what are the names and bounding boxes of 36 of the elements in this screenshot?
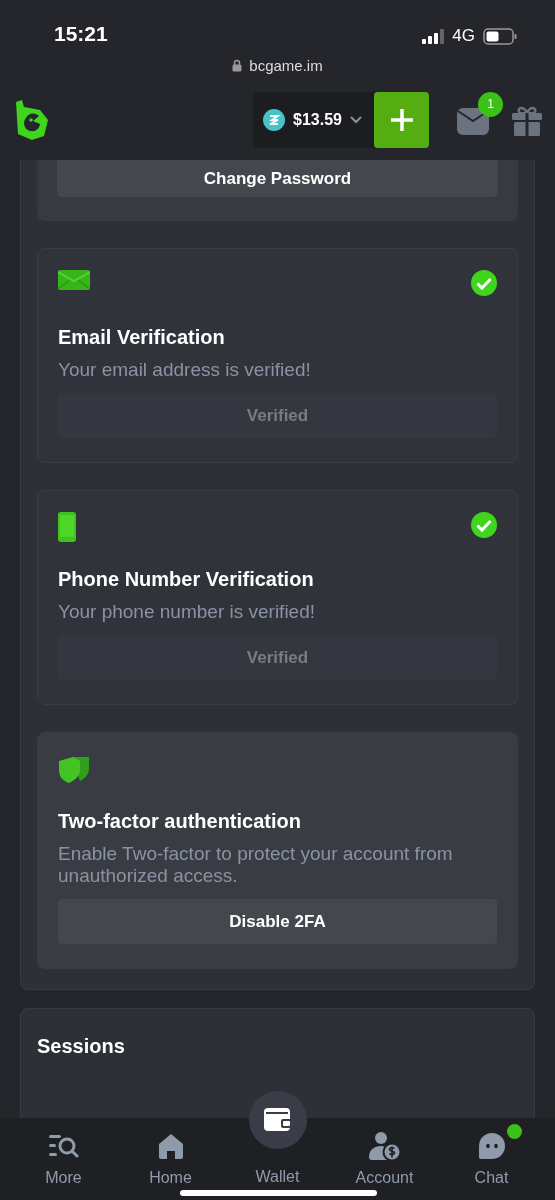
caret-icon [350, 116, 362, 124]
plus-icon [389, 108, 414, 132]
nav-tab[interactable]: Account [331, 1122, 438, 1187]
section-title: Sessions [37, 1035, 126, 1058]
nav-tab[interactable]: Wallet [224, 1090, 331, 1186]
coin-icon [263, 109, 286, 131]
battery-icon [483, 27, 517, 45]
chat-icon [477, 1132, 506, 1160]
action-button[interactable]: Disable 2FA [58, 899, 497, 944]
envelope-icon [58, 270, 90, 290]
deposit-button[interactable] [374, 92, 429, 148]
nav-tab[interactable]: More [10, 1122, 117, 1187]
nav-tab[interactable]: Chat [438, 1122, 545, 1187]
card-description: Your email address is verified! [58, 359, 312, 381]
change-password-button[interactable]: Change Password [57, 160, 498, 197]
shield-icon [58, 754, 90, 784]
card-title: Email Verification [58, 326, 226, 349]
account-money-icon [368, 1131, 401, 1161]
mail-icon[interactable] [457, 107, 489, 135]
logo-icon[interactable] [14, 98, 50, 142]
signal-icon [422, 28, 447, 44]
url-text[interactable]: bcgame.im [249, 56, 323, 74]
network-label: 4G [452, 26, 475, 46]
card-description: Your phone number is verified! [58, 601, 316, 623]
card-description: Enable Two-factor to protect your account from unauthorized access. [58, 843, 454, 887]
status-time: 15:21 [54, 22, 108, 46]
card-title: Two-factor authentication [58, 810, 302, 833]
card-title: Phone Number Verification [58, 568, 315, 591]
balance-selector[interactable]: $13.59 [253, 92, 374, 148]
lock-icon [232, 58, 243, 72]
home-icon [157, 1133, 184, 1159]
search-list-icon [48, 1134, 79, 1158]
gift-icon[interactable] [511, 104, 543, 136]
phone-icon [58, 512, 76, 542]
nav-tab[interactable]: Home [117, 1122, 224, 1187]
notification-badge: 1 [478, 91, 503, 117]
